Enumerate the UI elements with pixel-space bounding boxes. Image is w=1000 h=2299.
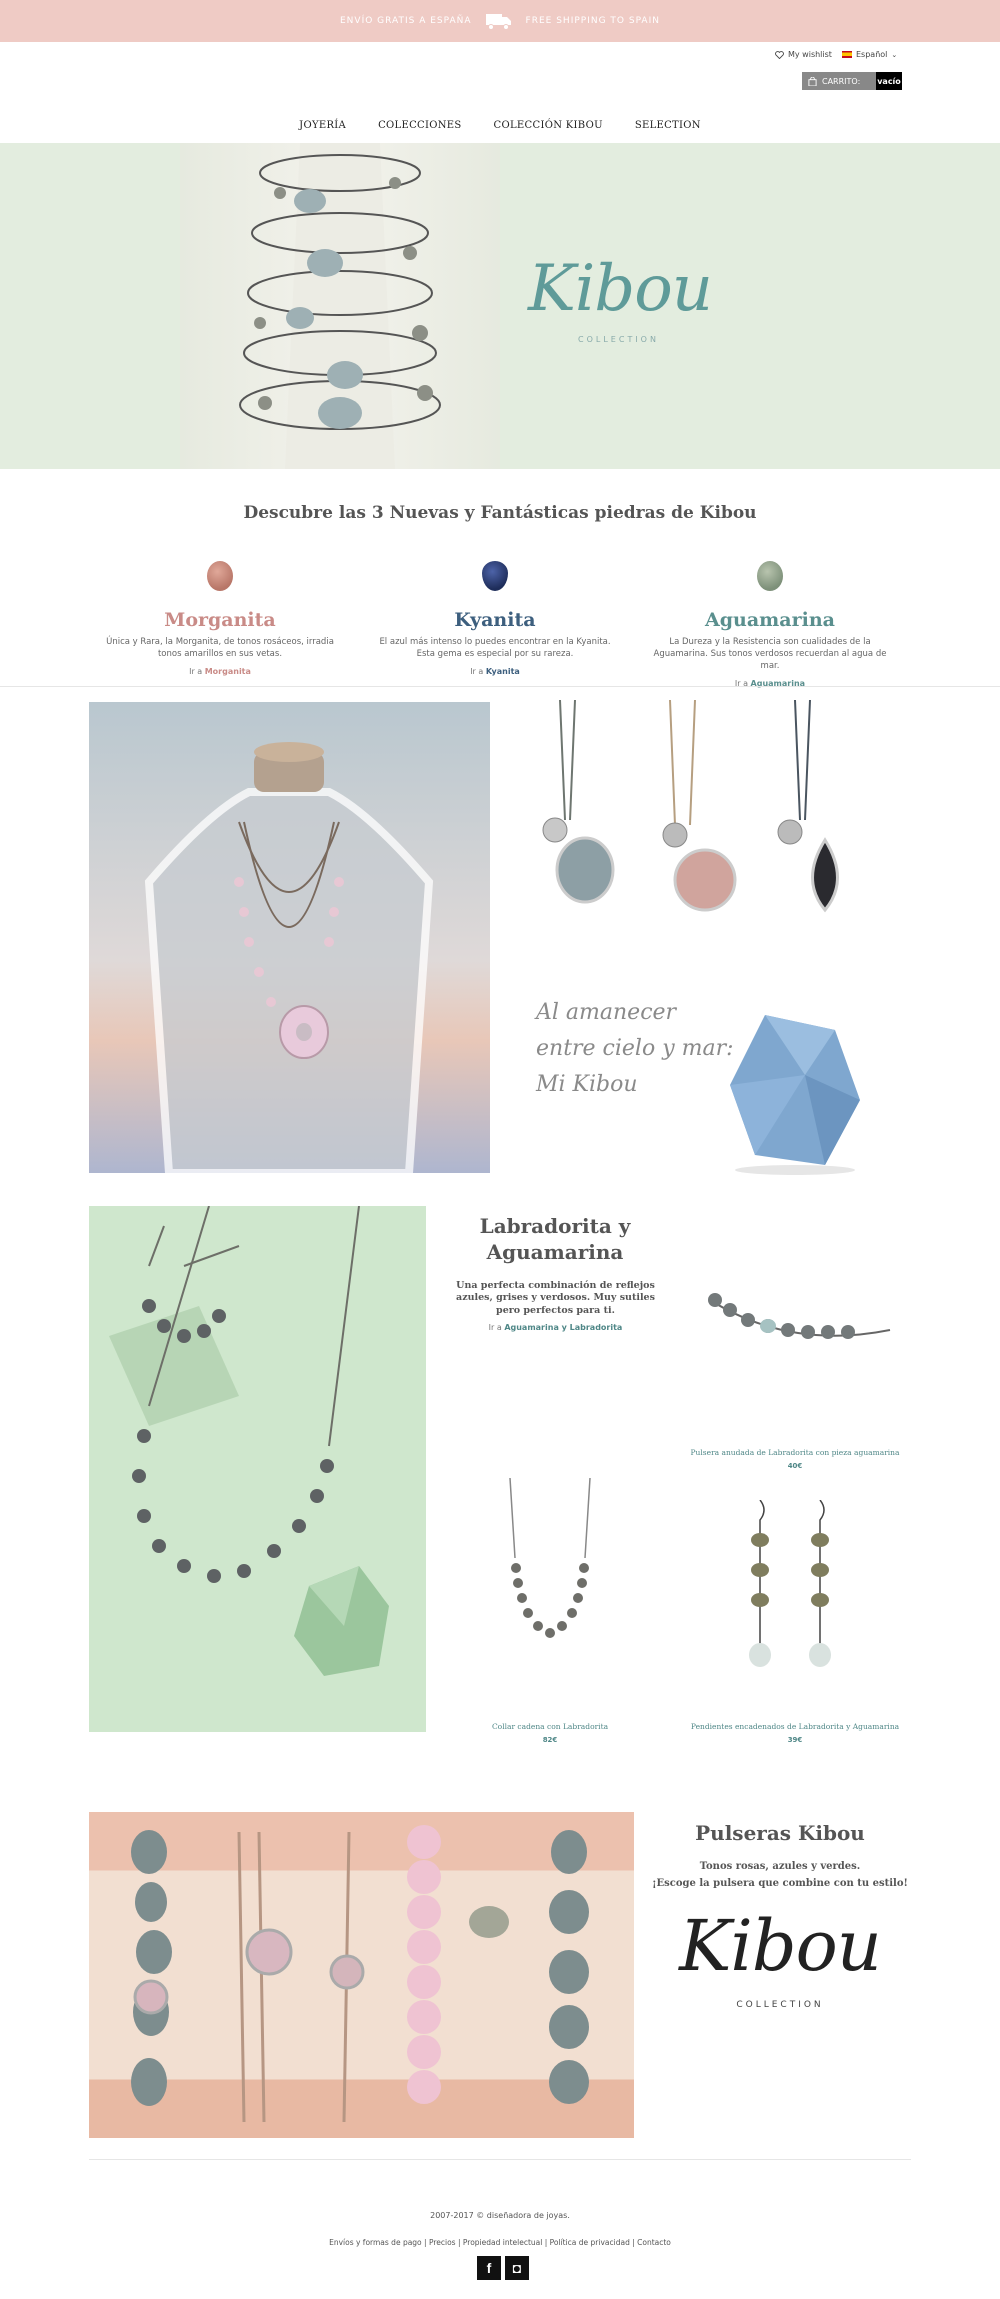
stone-description: Única y Rara, la Morganita, de tonos ros… <box>106 637 334 659</box>
nav-item-selection[interactable]: SELECTION <box>635 120 701 131</box>
pulseras-kibou-sub: COLLECTION <box>736 2000 824 2010</box>
pulseras-kibou-logo: Kibou <box>679 1905 882 1987</box>
free-shipping-es: ENVÍO GRATIS A ESPAÑA <box>340 16 472 26</box>
title-line: Labradorita y <box>479 1214 631 1238</box>
chevron-down-icon: ⌄ <box>891 50 898 59</box>
labradorita-title: Labradorita y Aguamarina <box>430 1213 680 1265</box>
product-name[interactable]: Pendientes encadenados de Labradorita y … <box>690 1722 900 1731</box>
pulseras-bracelets-image[interactable] <box>89 1812 634 2138</box>
footer-divider <box>89 2159 911 2160</box>
aguamarina-stone-icon <box>757 561 783 591</box>
facebook-icon[interactable]: f <box>477 2256 501 2280</box>
nav-item-joyeria[interactable]: JOYERÍA <box>299 120 346 131</box>
hero-kibou-logo: Kibou <box>528 252 713 326</box>
footer-link-privacidad[interactable]: Política de privacidad <box>550 2238 630 2247</box>
wishlist-label: My wishlist <box>788 50 832 59</box>
morganita-stone-icon <box>207 561 233 591</box>
stone-description: El azul más intenso lo puedes encontrar … <box>379 637 611 659</box>
social-links: f ◘ <box>477 2256 529 2280</box>
labradorita-necklace-image[interactable] <box>89 1206 426 1732</box>
language-label: Español <box>856 50 888 59</box>
product-name[interactable]: Pulsera anudada de Labradorita con pieza… <box>690 1448 900 1457</box>
hero-bracelets-image <box>180 143 500 469</box>
product-price: 39€ <box>787 1736 803 1744</box>
stone-link-kyanita[interactable]: Ir a Kyanita <box>370 667 620 676</box>
stone-aguamarina: Aguamarina La Dureza y la Resistencia so… <box>645 561 895 688</box>
product-name[interactable]: Collar cadena con Labradorita <box>450 1722 650 1731</box>
link-prefix: Ir a <box>189 666 203 676</box>
link-name: Aguamarina y Labradorita <box>504 1323 623 1332</box>
stone-name: Morganita <box>164 609 276 631</box>
link-name: Morganita <box>204 666 251 676</box>
instagram-icon[interactable]: ◘ <box>505 2256 529 2280</box>
spain-flag-icon <box>842 51 852 58</box>
stone-morganita: Morganita Única y Rara, la Morganita, de… <box>95 561 345 676</box>
script-line: Mi Kibou <box>536 1072 638 1097</box>
footer-link-propiedad[interactable]: Propiedad intelectual <box>463 2238 542 2247</box>
product-earrings-image[interactable] <box>730 1499 850 1680</box>
cart-button[interactable]: CARRITO: vacío <box>802 72 902 90</box>
heart-icon <box>775 50 784 59</box>
section-divider <box>0 686 1000 687</box>
nav-item-coleccion-kibou[interactable]: COLECCIÓN KIBOU <box>494 120 603 131</box>
wishlist-link[interactable]: My wishlist <box>775 50 832 59</box>
stone-name: Aguamarina <box>705 609 835 631</box>
free-shipping-en: FREE SHIPPING TO SPAIN <box>525 16 660 26</box>
footer-links: Envíos y formas de pago | Precios | Prop… <box>329 2238 671 2247</box>
stone-kyanita: Kyanita El azul más intenso lo puedes en… <box>370 561 620 676</box>
labradorita-link[interactable]: Ir a Aguamarina y Labradorita <box>443 1323 668 1332</box>
footer-link-precios[interactable]: Precios <box>429 2238 456 2247</box>
dawn-script-text: Al amanecer entre cielo y mar: Mi Kibou <box>536 995 734 1103</box>
pulseras-title: Pulseras Kibou <box>695 1821 865 1845</box>
stone-name: Kyanita <box>454 609 536 631</box>
kyanita-stone-icon <box>482 561 508 591</box>
main-nav: JOYERÍA COLECCIONES COLECCIÓN KIBOU SELE… <box>0 120 1000 131</box>
mannequin-necklaces-image[interactable] <box>89 702 490 1173</box>
footer-copyright: 2007-2017 © diseñadora de joyas. <box>430 2211 570 2220</box>
necklaces-trio-image[interactable] <box>520 699 920 920</box>
cart-status: vacío <box>876 72 902 90</box>
script-line: Al amanecer <box>536 1000 677 1025</box>
product-necklace-image[interactable] <box>480 1477 620 1678</box>
shopping-bag-icon <box>808 76 817 86</box>
cart-label: CARRITO: <box>822 76 861 86</box>
truck-icon <box>485 14 511 30</box>
product-bracelet-image[interactable] <box>690 1260 900 1380</box>
footer-link-envios[interactable]: Envíos y formas de pago <box>329 2238 422 2247</box>
cart-label-box: CARRITO: <box>802 72 876 90</box>
link-prefix: Ir a <box>470 666 484 676</box>
shipping-banner: ENVÍO GRATIS A ESPAÑA FREE SHIPPING TO S… <box>0 0 1000 42</box>
product-price: 40€ <box>787 1462 803 1470</box>
stone-description: La Dureza y la Resistencia son cualidade… <box>653 637 887 671</box>
link-name: Kyanita <box>485 666 520 676</box>
pulseras-line1: Tonos rosas, azules y verdes. <box>699 1861 861 1872</box>
script-line: entre cielo y mar: <box>536 1036 734 1061</box>
hero-kibou-sub: COLLECTION <box>578 335 659 344</box>
pulseras-line2: ¡Escoge la pulsera que combine con tu es… <box>652 1878 908 1889</box>
language-selector[interactable]: Español ⌄ <box>842 50 897 59</box>
nav-item-colecciones[interactable]: COLECCIONES <box>378 120 461 131</box>
footer-link-contacto[interactable]: Contacto <box>637 2238 671 2247</box>
product-price: 82€ <box>542 1736 558 1744</box>
stones-title: Descubre las 3 Nuevas y Fantásticas pied… <box>243 503 757 523</box>
blue-crystal-image <box>725 1005 865 1175</box>
link-prefix: Ir a <box>488 1323 502 1332</box>
stone-link-morganita[interactable]: Ir a Morganita <box>95 667 345 676</box>
hero-banner[interactable] <box>0 143 1000 469</box>
title-line: Aguamarina <box>486 1240 624 1264</box>
labradorita-description: Una perfecta combinación de reflejos azu… <box>456 1280 655 1316</box>
